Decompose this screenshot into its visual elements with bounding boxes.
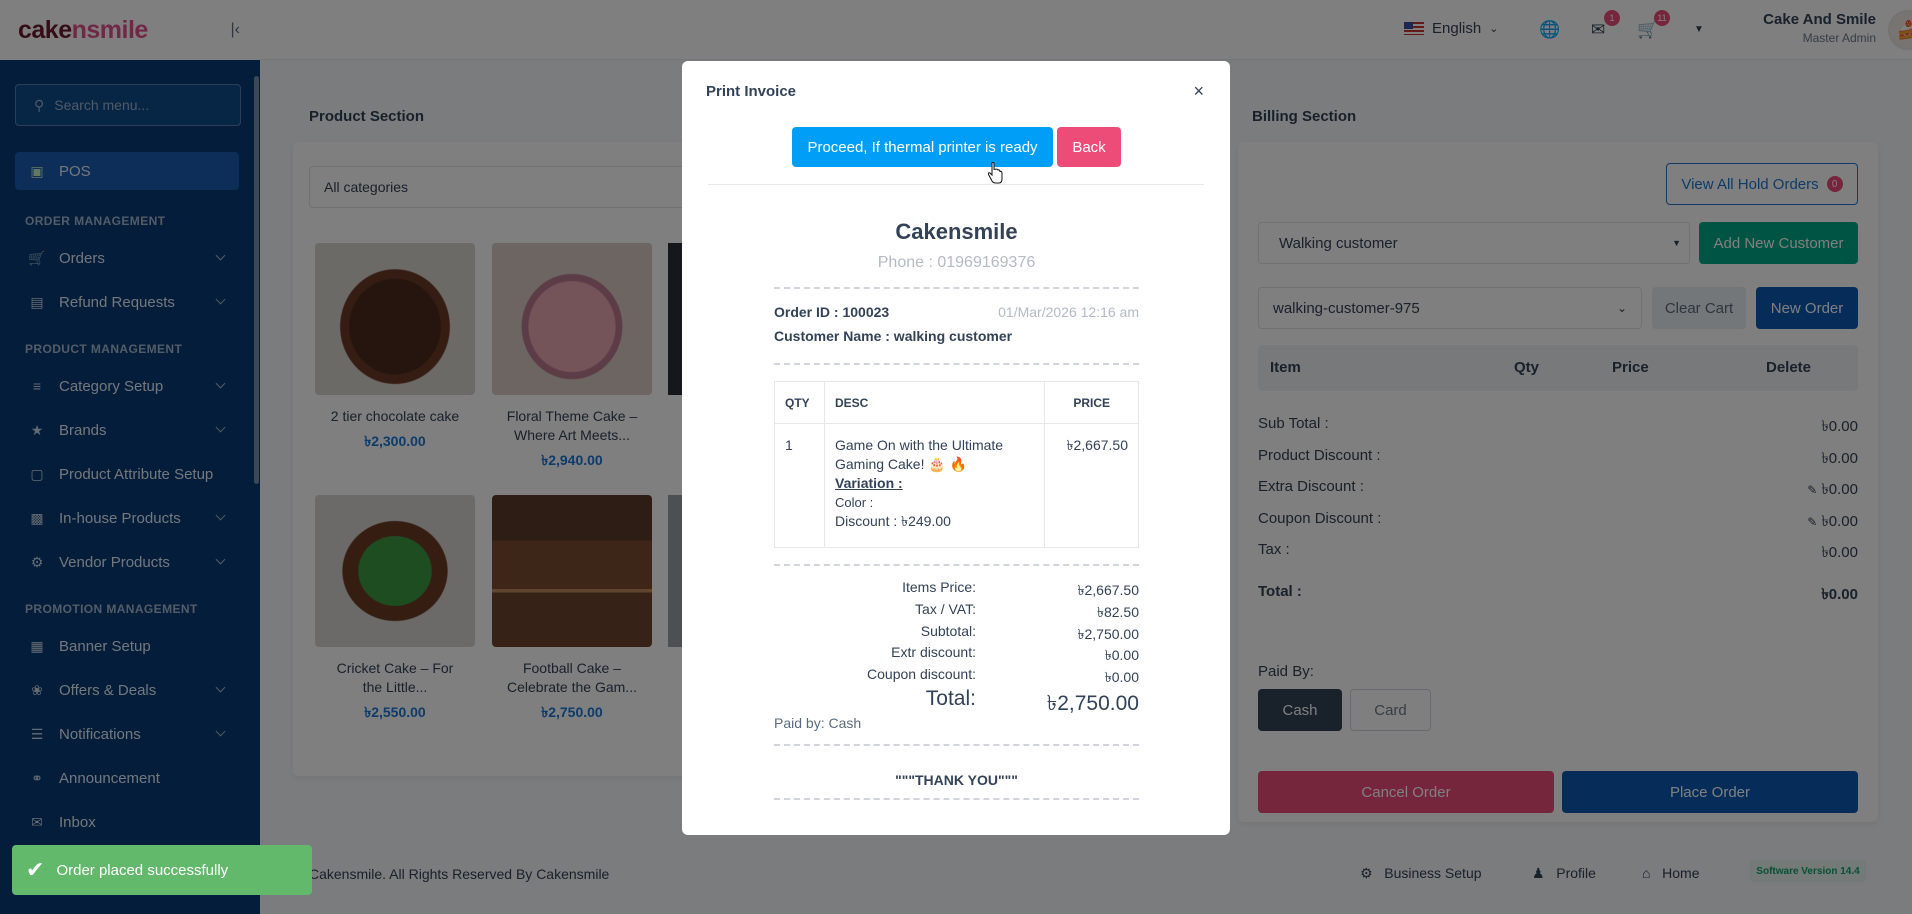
dashed-divider [774, 564, 1139, 566]
modal-title: Print Invoice [706, 83, 797, 100]
success-toast: ✔ Order placed successfully [12, 845, 312, 895]
back-button[interactable]: Back [1057, 127, 1121, 167]
invoice-items-table: QTY DESC PRICE 1 Game On with the Ultima… [774, 381, 1139, 548]
close-icon[interactable]: × [1193, 81, 1204, 102]
item-desc: Game On with the Ultimate Gaming Cake! 🎂… [824, 423, 1045, 548]
item-desc-line-2: Gaming Cake! 🎂 🔥 [835, 456, 968, 472]
item-variation: Variation : [835, 475, 903, 491]
column-header: QTY [774, 381, 825, 424]
totals-value: ৳82.50 [1096, 604, 1139, 620]
table-row: 1 Game On with the Ultimate Gaming Cake!… [774, 423, 1139, 548]
proceed-print-button[interactable]: Proceed, If thermal printer is ready [792, 127, 1053, 167]
divider [708, 184, 1204, 185]
print-invoice-modal: Print Invoice × Proceed, If thermal prin… [682, 61, 1230, 835]
grand-total-label: Total: [925, 687, 976, 710]
totals-value: ৳0.00 [1104, 647, 1139, 663]
toast-message: Order placed successfully [56, 861, 229, 879]
totals-value: ৳2,667.50 [1077, 582, 1139, 598]
invoice-phone: Phone : 01969169376 [877, 254, 1036, 271]
item-color: Color : [835, 495, 874, 510]
dashed-divider [774, 744, 1139, 746]
item-discount: Discount : ৳249.00 [835, 513, 951, 529]
item-price: ৳2,667.50 [1044, 423, 1139, 548]
order-id-row: Order ID : 100023 01/Mar/2026 12:16 am [774, 304, 1139, 320]
column-header: PRICE [1044, 381, 1139, 424]
dashed-divider [774, 287, 1139, 289]
customer-name: Customer Name : walking customer [774, 328, 1013, 344]
dashed-divider [774, 363, 1139, 365]
thank-you-text: """THANK YOU""" [895, 772, 1018, 788]
column-header: DESC [824, 381, 1045, 424]
invoice-shop-name: Cakensmile [895, 219, 1018, 244]
check-icon: ✔ [26, 857, 45, 882]
order-id: Order ID : 100023 [774, 304, 890, 320]
totals-label: Subtotal: [920, 623, 976, 639]
totals-label: Tax / VAT: [915, 601, 976, 617]
totals-label: Coupon discount: [867, 666, 976, 682]
item-qty: 1 [774, 423, 825, 548]
table-header-row: QTY DESC PRICE [774, 381, 1139, 424]
totals-label: Extr discount: [891, 644, 976, 660]
paid-by-text: Paid by: Cash [774, 715, 862, 731]
item-desc-line-1: Game On with the Ultimate [835, 437, 1004, 453]
dashed-divider [774, 798, 1139, 800]
totals-label: Items Price: [902, 579, 976, 595]
order-date: 01/Mar/2026 12:16 am [998, 304, 1139, 320]
mouse-pointer-icon [987, 162, 1003, 184]
